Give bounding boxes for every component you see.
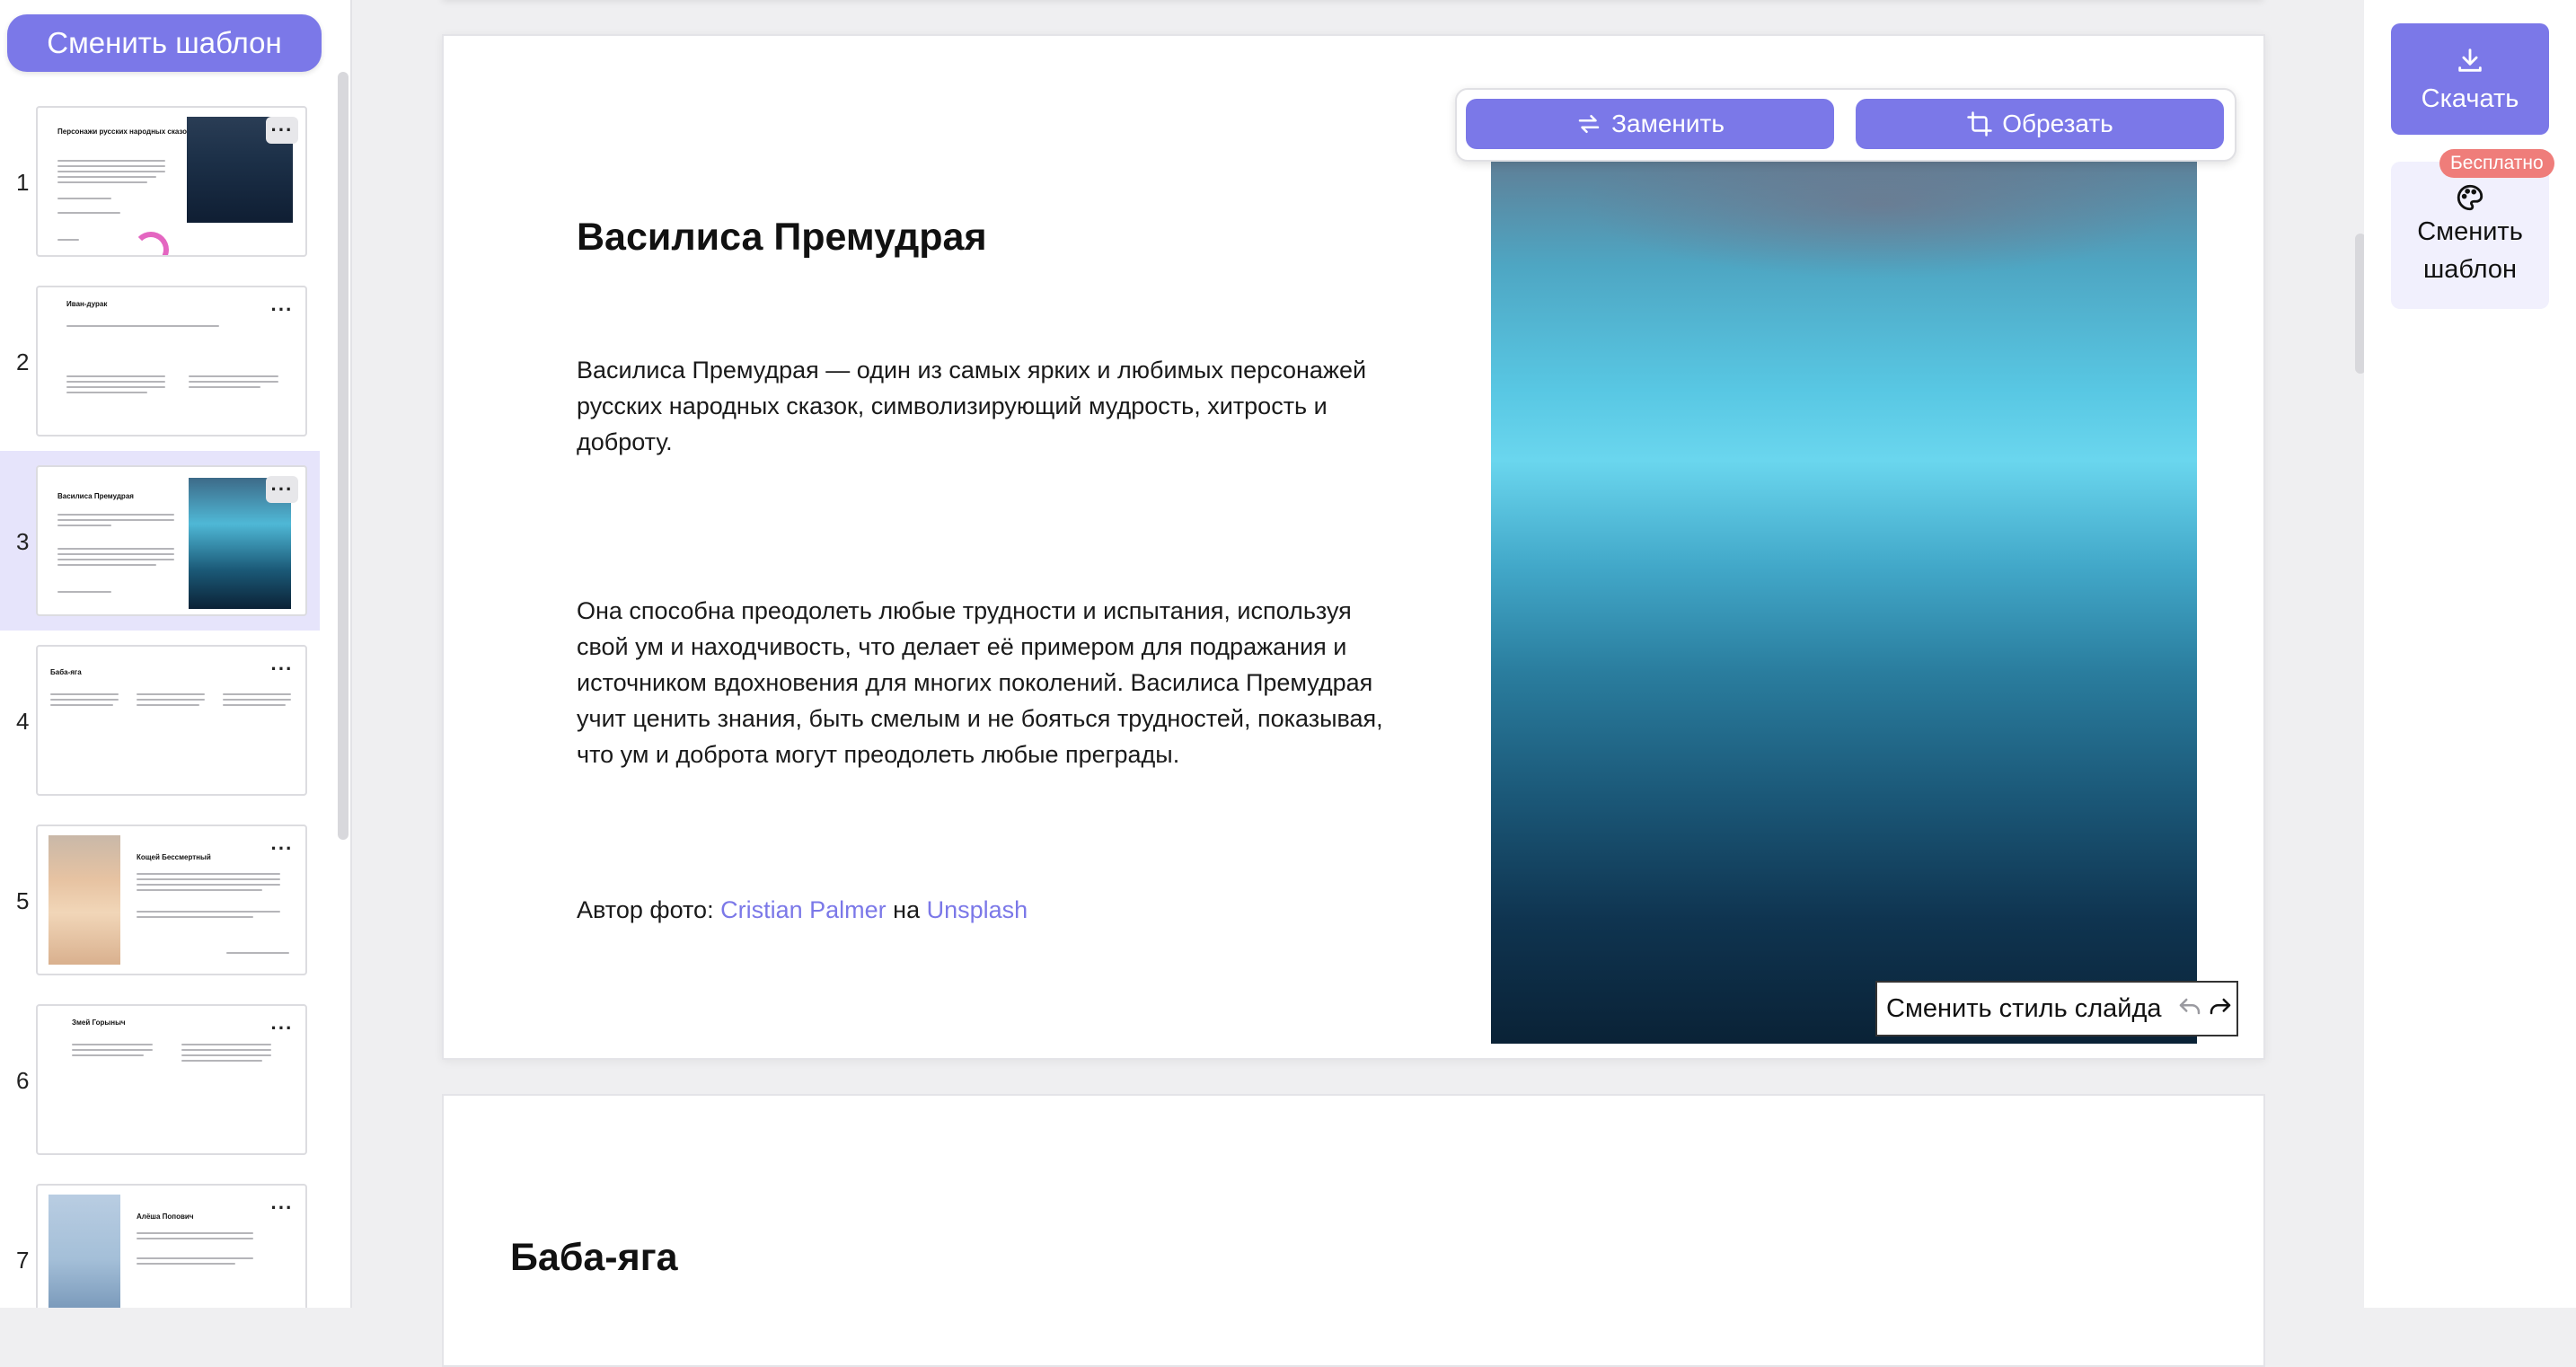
slide-thumbnail-row[interactable]: 2 Иван-дурак ··· [0,271,320,451]
slide-title[interactable]: Василиса Премудрая [577,216,987,260]
redo-icon[interactable] [2205,993,2236,1024]
slide-thumbnail-row[interactable]: 5 Кощей Бессмертный ··· [0,810,320,990]
credit-site-link[interactable]: Unsplash [927,896,1028,923]
slide-thumbnail-row[interactable]: 6 Змей Горыныч ··· [0,990,320,1169]
slide-thumbnail[interactable]: Персонажи русских народных сказок ··· [36,106,307,257]
sidebar-scrollbar[interactable] [338,72,348,840]
thumbnail-image [49,1195,120,1308]
slide-number: 2 [16,348,30,375]
crop-icon [1967,111,1992,137]
decorative-arc [133,232,169,255]
thumbnail-title: Змей Горыныч [72,1019,126,1027]
slide-canvas: Василиса Премудрая Василиса Премудрая — … [352,0,2362,1367]
more-options-icon[interactable]: ··· [266,476,298,503]
slide-thumbnail-row[interactable]: 1 Персонажи русских народных сказок ··· [0,92,320,271]
thumbnail-title: Алёша Попович [137,1213,194,1221]
thumbnail-title: Василиса Премудрая [57,492,134,500]
slide-paragraph[interactable]: Василиса Премудрая — один из самых ярких… [577,352,1385,460]
swap-icon [1578,115,1600,133]
slides-sidebar: Сменить шаблон 1 Персонажи русских народ… [0,0,352,1308]
image-toolbar: Заменить Обрезать [1455,88,2236,162]
change-template-label: Сменить шаблон [2417,217,2523,284]
replace-image-button[interactable]: Заменить [1466,99,1834,149]
slide-thumbnail[interactable]: Кощей Бессмертный ··· [36,825,307,975]
free-badge: Бесплатно [2439,149,2554,178]
next-slide[interactable]: Баба-яга [442,1094,2265,1367]
download-button[interactable]: Скачать [2391,23,2549,135]
slide-number: 1 [16,169,30,196]
undo-icon[interactable] [2175,993,2205,1024]
change-template-button[interactable]: Сменить шаблон [7,14,322,72]
download-icon [2458,48,2482,72]
slide-style-toolbar: Сменить стиль слайда [1875,981,2238,1036]
download-label: Скачать [2421,84,2519,113]
credit-author-link[interactable]: Cristian Palmer [720,896,887,923]
more-options-icon[interactable]: ··· [266,1015,298,1042]
slide-thumbnail[interactable]: Алёша Попович ··· [36,1184,307,1308]
change-slide-style-button[interactable]: Сменить стиль слайда [1886,994,2162,1024]
slide-thumbnail-row-selected[interactable]: 3 Василиса Премудрая ··· [0,451,320,631]
crop-label: Обрезать [2002,110,2113,137]
crop-image-button[interactable]: Обрезать [1856,99,2224,149]
slide-number: 5 [16,887,30,914]
thumbnail-title: Иван-дурак [66,300,108,308]
more-options-icon[interactable]: ··· [266,296,298,323]
credit-on: на [893,896,921,923]
current-slide[interactable]: Василиса Премудрая Василиса Премудрая — … [442,34,2265,1060]
slide-thumbnail-row[interactable]: 7 Алёша Попович ··· [0,1169,320,1308]
right-panel: Скачать Сменить шаблон [2364,0,2576,1308]
slide-thumbnail-row[interactable]: 4 Баба-яга ··· [0,631,320,810]
next-slide-title[interactable]: Баба-яга [510,1236,678,1280]
thumbnail-title: Баба-яга [50,668,82,676]
slide-thumbnail[interactable]: Иван-дурак ··· [36,286,307,437]
slide-image[interactable] [1491,160,2197,1044]
credit-prefix: Автор фото: [577,896,714,923]
slide-thumbnail[interactable]: Баба-яга ··· [36,645,307,796]
thumbnail-title: Персонажи русских народных сказок [57,128,191,136]
slide-number: 4 [16,708,30,735]
change-template-panel-button[interactable]: Сменить шаблон [2391,162,2549,309]
slide-number: 7 [16,1247,30,1274]
more-options-icon[interactable]: ··· [266,1195,298,1221]
slide-number: 6 [16,1067,30,1094]
replace-label: Заменить [1611,110,1725,137]
more-options-icon[interactable]: ··· [266,656,298,683]
slide-thumbnail[interactable]: Змей Горыныч ··· [36,1004,307,1155]
thumbnail-title: Кощей Бессмертный [137,853,211,861]
slide-number: 3 [16,528,30,555]
slide-thumbnail[interactable]: Василиса Премудрая ··· [36,465,307,616]
slide-paragraph[interactable]: Она способна преодолеть любые трудности … [577,593,1385,772]
thumbnail-image [49,835,120,965]
palette-icon [2457,184,2483,211]
more-options-icon[interactable]: ··· [266,835,298,862]
photo-credit: Автор фото: Cristian Palmer на Unsplash [577,896,1028,924]
more-options-icon[interactable]: ··· [266,117,298,144]
